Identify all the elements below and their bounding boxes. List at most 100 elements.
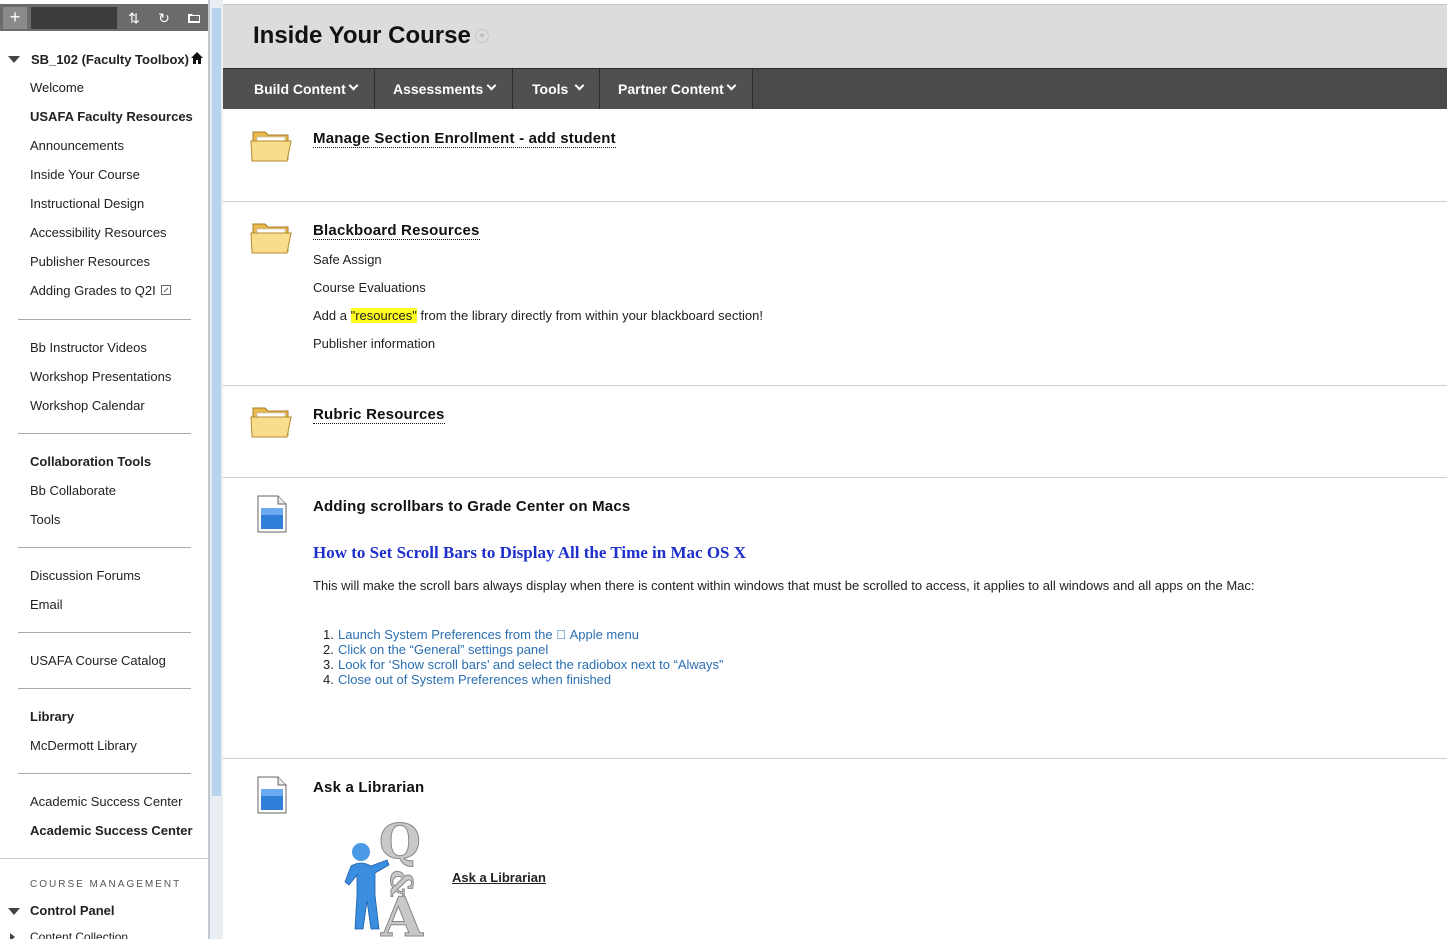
folder-icon[interactable] xyxy=(250,127,294,163)
refresh-icon[interactable]: ↻ xyxy=(151,7,177,29)
ask-librarian-item-title: Ask a Librarian xyxy=(313,779,425,796)
sidebar-heading-library: Library xyxy=(30,709,75,724)
library-resources-prefix: Add a xyxy=(313,308,351,323)
step-item[interactable]: 3. Look for ‘Show scroll bars’ and select… xyxy=(323,657,724,672)
content-item-divider xyxy=(223,385,1447,386)
sidebar-divider xyxy=(0,858,208,859)
sidebar-divider xyxy=(18,319,191,320)
sidebar-item-mcdermott-library[interactable]: McDermott Library xyxy=(30,738,137,753)
home-icon xyxy=(191,52,203,64)
sidebar-item-announcements[interactable]: Announcements xyxy=(30,138,124,153)
library-resources-text: Add a "resources" from the library direc… xyxy=(313,308,763,323)
sidebar-item-workshop-calendar[interactable]: Workshop Calendar xyxy=(30,398,145,413)
sidebar-item-academic-success-center[interactable]: Academic Success Center xyxy=(30,794,182,809)
sidebar-item-tools[interactable]: Tools xyxy=(30,512,60,527)
step-number: 2. xyxy=(323,642,334,657)
page-title-bar: Inside Your Course xyxy=(223,4,1447,68)
sidebar-item-label: Adding Grades to Q2I xyxy=(30,283,156,298)
sidebar-item-inside-your-course[interactable]: Inside Your Course xyxy=(30,167,140,182)
step-text: Look for ‘Show scroll bars’ and select t… xyxy=(338,657,724,672)
course-title-label: SB_102 (Faculty Toolbox) xyxy=(31,52,189,67)
document-icon xyxy=(257,776,287,814)
sidebar-divider xyxy=(18,688,191,689)
sort-arrows-icon[interactable]: ⇅ xyxy=(121,7,147,29)
publisher-information-text: Publisher information xyxy=(313,336,436,351)
sidebar-heading-academic-success-center[interactable]: Academic Success Center xyxy=(30,823,193,838)
content-collection-label: Content Collection xyxy=(30,930,129,939)
chevron-down-icon xyxy=(486,80,497,91)
external-link-icon xyxy=(161,285,172,295)
folder-view-icon[interactable] xyxy=(181,7,207,29)
scrollbars-item-title: Adding scrollbars to Grade Center on Mac… xyxy=(313,498,631,515)
ask-librarian-link[interactable]: Ask a Librarian xyxy=(452,870,546,885)
step-number: 4. xyxy=(323,672,334,687)
chevron-down-icon xyxy=(726,80,737,91)
step-item[interactable]: 2. Click on the “General” settings panel xyxy=(323,642,549,657)
sidebar-item-welcome[interactable]: Welcome xyxy=(30,80,84,95)
step-item[interactable]: 4. Close out of System Preferences when f… xyxy=(323,672,612,687)
step-number: 3. xyxy=(323,657,334,672)
tools-label: Tools xyxy=(532,81,569,97)
sidebar-item-publisher-resources[interactable]: Publisher Resources xyxy=(30,254,150,269)
course-evaluations-text: Course Evaluations xyxy=(313,280,426,295)
plus-icon: + xyxy=(9,7,21,27)
sidebar-item-adding-grades[interactable]: Adding Grades to Q2I xyxy=(30,283,172,298)
assessments-label: Assessments xyxy=(393,81,484,97)
toolbar-spacer xyxy=(31,7,117,29)
safe-assign-text: Safe Assign xyxy=(313,252,382,267)
action-bar: Build Content Assessments Tools Partner … xyxy=(223,68,1447,109)
title-options-chevron-icon[interactable] xyxy=(475,29,489,43)
content-item-divider xyxy=(223,201,1447,202)
library-resources-suffix: from the library directly from within yo… xyxy=(416,308,763,323)
sidebar-item-instructional-design[interactable]: Instructional Design xyxy=(30,196,144,211)
tools-button[interactable]: Tools xyxy=(513,69,600,109)
svg-text:A: A xyxy=(380,885,424,939)
sidebar-divider xyxy=(18,632,191,633)
step-item[interactable]: 1. Launch System Preferences from the  A… xyxy=(323,627,639,642)
collapse-triangle-icon xyxy=(8,908,20,915)
rubric-resources-link[interactable]: Rubric Resources xyxy=(313,406,445,424)
course-management-heading: COURSE MANAGEMENT xyxy=(30,879,182,890)
course-title[interactable]: SB_102 (Faculty Toolbox) xyxy=(8,51,208,69)
folder-icon[interactable] xyxy=(250,219,294,255)
build-content-label: Build Content xyxy=(254,81,346,97)
add-menu-item-button[interactable]: + xyxy=(3,7,27,29)
course-menu-toolbar: + ⇅ ↻ xyxy=(0,4,208,31)
partner-content-button[interactable]: Partner Content xyxy=(600,69,753,109)
sidebar-item-bb-instructor-videos[interactable]: Bb Instructor Videos xyxy=(30,340,147,355)
sidebar-heading-collaboration-tools: Collaboration Tools xyxy=(30,454,152,469)
sidebar-divider xyxy=(18,433,191,434)
document-icon xyxy=(257,495,287,533)
sidebar-divider xyxy=(18,773,191,774)
sidebar-item-discussion-forums[interactable]: Discussion Forums xyxy=(30,568,141,583)
sidebar-scrollbar[interactable] xyxy=(209,0,223,939)
step-text: Launch System Preferences from the  App… xyxy=(338,627,639,642)
collapse-triangle-icon[interactable] xyxy=(8,56,20,63)
sidebar-scrollbar-thumb[interactable] xyxy=(212,8,221,796)
librarian-qa-image: Q & A xyxy=(344,814,425,939)
sidebar-item-usafa-course-catalog[interactable]: USAFA Course Catalog xyxy=(30,653,166,668)
step-text: Close out of System Preferences when fin… xyxy=(338,672,612,687)
resources-highlight: "resources" xyxy=(350,308,417,323)
sidebar-item-bb-collaborate[interactable]: Bb Collaborate xyxy=(30,483,116,498)
sidebar-item-workshop-presentations[interactable]: Workshop Presentations xyxy=(30,369,171,384)
sidebar-item-accessibility-resources[interactable]: Accessibility Resources xyxy=(30,225,167,240)
folder-icon[interactable] xyxy=(250,403,294,439)
content-item-divider xyxy=(223,477,1447,478)
course-menu-sidebar: + ⇅ ↻ SB_102 (Faculty Toolbox) Welcome U… xyxy=(0,0,209,939)
step-text: Click on the “General” settings panel xyxy=(338,642,549,657)
assessments-button[interactable]: Assessments xyxy=(375,69,513,109)
content-item-divider xyxy=(223,758,1447,759)
mac-scrollbars-heading[interactable]: How to Set Scroll Bars to Display All th… xyxy=(313,543,746,563)
manage-enrollment-link[interactable]: Manage Section Enrollment - add student xyxy=(313,130,616,148)
control-panel-label: Control Panel xyxy=(30,903,115,918)
sidebar-divider xyxy=(18,547,191,548)
blackboard-resources-link[interactable]: Blackboard Resources xyxy=(313,222,480,240)
step-number: 1. xyxy=(323,627,334,642)
sidebar-item-email[interactable]: Email xyxy=(30,597,63,612)
chevron-down-icon xyxy=(574,80,585,91)
sidebar-item-usafa-faculty-resources[interactable]: USAFA Faculty Resources xyxy=(30,109,193,124)
build-content-button[interactable]: Build Content xyxy=(223,69,375,109)
expand-triangle-icon xyxy=(10,933,15,939)
chevron-down-icon xyxy=(348,80,359,91)
